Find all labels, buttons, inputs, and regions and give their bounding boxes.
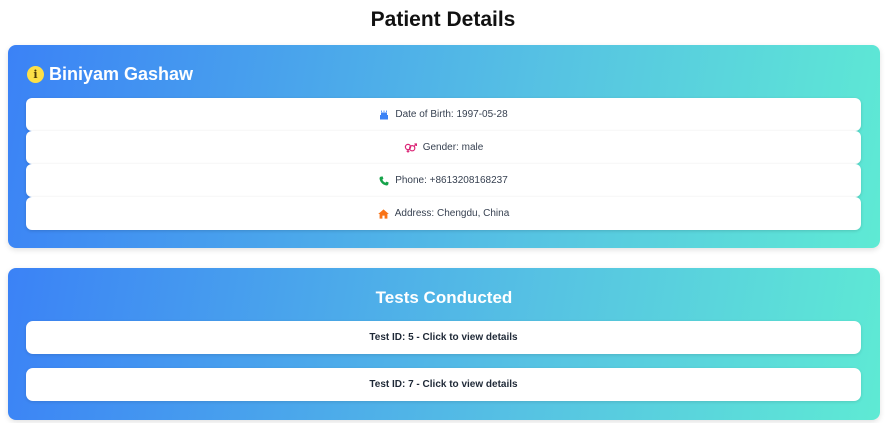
page-title: Patient Details <box>370 8 516 31</box>
phone-icon <box>379 175 389 186</box>
date-of-birth-text: Date of Birth: 1997-05-28 <box>395 109 508 120</box>
patient-card: i Biniyam Gashaw Date of Birth: 1997-05-… <box>8 45 880 248</box>
address-text: Address: Chengdu, China <box>394 208 510 219</box>
phone-text: Phone: +8613208168237 <box>395 175 508 186</box>
birthday-cake-icon <box>379 110 389 120</box>
page: Patient Details i Biniyam Gashaw Date of… <box>0 0 886 423</box>
patient-name: Biniyam Gashaw <box>49 64 194 84</box>
gender-icon <box>404 142 417 153</box>
test-item-7-button[interactable]: Test ID: 7 - Click to view details <box>26 368 861 401</box>
tests-heading: Tests Conducted <box>375 288 513 307</box>
detail-row-phone: Phone: +8613208168237 <box>26 164 861 197</box>
test-item-5-button[interactable]: Test ID: 5 - Click to view details <box>26 321 861 354</box>
detail-row-address: Address: Chengdu, China <box>26 197 861 230</box>
patient-header: i Biniyam Gashaw <box>27 64 193 85</box>
detail-row-date-of-birth: Date of Birth: 1997-05-28 <box>26 98 861 131</box>
home-icon <box>377 208 389 219</box>
gender-text: Gender: male <box>422 142 484 153</box>
info-icon: i <box>27 66 44 83</box>
detail-row-gender: Gender: male <box>26 131 861 164</box>
tests-card: Tests Conducted Test ID: 5 - Click to vi… <box>8 268 880 420</box>
